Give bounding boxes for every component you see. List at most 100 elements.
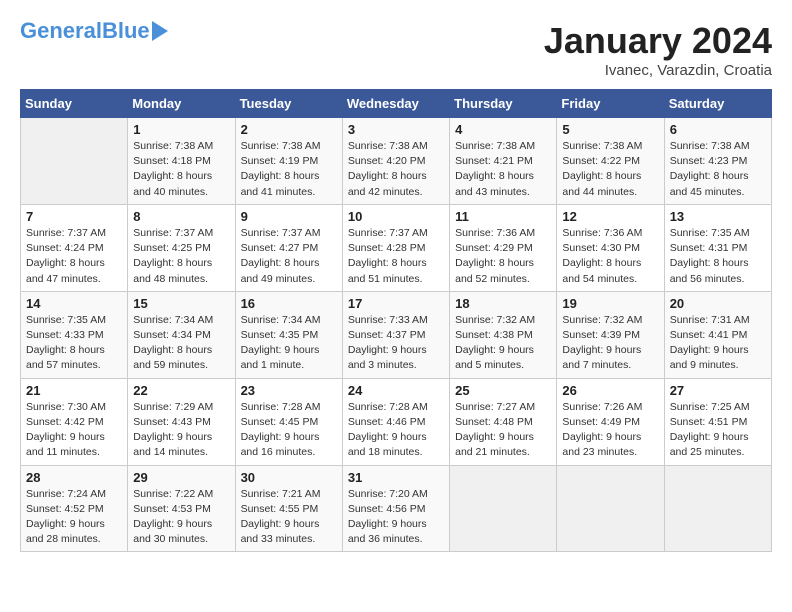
week-row-3: 14 Sunrise: 7:35 AM Sunset: 4:33 PM Dayli…: [21, 291, 772, 378]
week-row-2: 7 Sunrise: 7:37 AM Sunset: 4:24 PM Daylig…: [21, 204, 772, 291]
day-info: Sunrise: 7:35 AM Sunset: 4:33 PM Dayligh…: [26, 313, 122, 374]
calendar-cell: 9 Sunrise: 7:37 AM Sunset: 4:27 PM Daylig…: [235, 204, 342, 291]
day-number: 24: [348, 383, 444, 398]
weekday-sunday: Sunday: [21, 90, 128, 118]
day-number: 31: [348, 470, 444, 485]
calendar-cell: 13 Sunrise: 7:35 AM Sunset: 4:31 PM Dayli…: [664, 204, 771, 291]
calendar-cell: 4Sunrise: 7:38 AM Sunset: 4:21 PM Daylig…: [450, 118, 557, 205]
calendar-cell: [21, 118, 128, 205]
logo-blue: Blue: [102, 18, 150, 43]
day-info: Sunrise: 7:32 AM Sunset: 4:38 PM Dayligh…: [455, 313, 551, 374]
day-number: 18: [455, 296, 551, 311]
day-info: Sunrise: 7:24 AM Sunset: 4:52 PM Dayligh…: [26, 487, 122, 548]
day-info: Sunrise: 7:22 AM Sunset: 4:53 PM Dayligh…: [133, 487, 229, 548]
day-info: Sunrise: 7:32 AM Sunset: 4:39 PM Dayligh…: [562, 313, 658, 374]
day-info: Sunrise: 7:37 AM Sunset: 4:24 PM Dayligh…: [26, 226, 122, 287]
calendar-cell: 12 Sunrise: 7:36 AM Sunset: 4:30 PM Dayli…: [557, 204, 664, 291]
day-number: 30: [241, 470, 337, 485]
day-number: 12: [562, 209, 658, 224]
calendar-body: 1 Sunrise: 7:38 AM Sunset: 4:18 PM Daylig…: [21, 118, 772, 552]
day-number: 28: [26, 470, 122, 485]
day-info: Sunrise: 7:33 AM Sunset: 4:37 PM Dayligh…: [348, 313, 444, 374]
day-info: Sunrise: 7:36 AM Sunset: 4:29 PM Dayligh…: [455, 226, 551, 287]
day-info: Sunrise: 7:38 AM Sunset: 4:18 PM Dayligh…: [133, 139, 229, 200]
calendar-cell: 26Sunrise: 7:26 AM Sunset: 4:49 PM Dayli…: [557, 378, 664, 465]
day-number: 27: [670, 383, 766, 398]
day-info: Sunrise: 7:37 AM Sunset: 4:25 PM Dayligh…: [133, 226, 229, 287]
day-number: 10: [348, 209, 444, 224]
day-info: Sunrise: 7:21 AM Sunset: 4:55 PM Dayligh…: [241, 487, 337, 548]
calendar-table: SundayMondayTuesdayWednesdayThursdayFrid…: [20, 89, 772, 552]
calendar-cell: [664, 465, 771, 552]
calendar-cell: 21 Sunrise: 7:30 AM Sunset: 4:42 PM Dayli…: [21, 378, 128, 465]
day-number: 16: [241, 296, 337, 311]
weekday-row: SundayMondayTuesdayWednesdayThursdayFrid…: [21, 90, 772, 118]
week-row-4: 21 Sunrise: 7:30 AM Sunset: 4:42 PM Dayli…: [21, 378, 772, 465]
day-number: 7: [26, 209, 122, 224]
day-number: 14: [26, 296, 122, 311]
weekday-saturday: Saturday: [664, 90, 771, 118]
day-number: 21: [26, 383, 122, 398]
calendar-cell: 17Sunrise: 7:33 AM Sunset: 4:37 PM Dayli…: [342, 291, 449, 378]
calendar-cell: 27Sunrise: 7:25 AM Sunset: 4:51 PM Dayli…: [664, 378, 771, 465]
day-info: Sunrise: 7:38 AM Sunset: 4:23 PM Dayligh…: [670, 139, 766, 200]
day-info: Sunrise: 7:34 AM Sunset: 4:35 PM Dayligh…: [241, 313, 337, 374]
day-number: 20: [670, 296, 766, 311]
day-info: Sunrise: 7:35 AM Sunset: 4:31 PM Dayligh…: [670, 226, 766, 287]
logo-text: GeneralBlue: [20, 20, 150, 42]
logo-general: General: [20, 18, 102, 43]
weekday-friday: Friday: [557, 90, 664, 118]
weekday-thursday: Thursday: [450, 90, 557, 118]
calendar-header: SundayMondayTuesdayWednesdayThursdayFrid…: [21, 90, 772, 118]
day-info: Sunrise: 7:38 AM Sunset: 4:21 PM Dayligh…: [455, 139, 551, 200]
day-number: 6: [670, 122, 766, 137]
header: GeneralBlue January 2024 Ivanec, Varazdi…: [20, 20, 772, 79]
day-info: Sunrise: 7:20 AM Sunset: 4:56 PM Dayligh…: [348, 487, 444, 548]
day-number: 23: [241, 383, 337, 398]
calendar-cell: 11 Sunrise: 7:36 AM Sunset: 4:29 PM Dayli…: [450, 204, 557, 291]
day-number: 9: [241, 209, 337, 224]
calendar-cell: 6 Sunrise: 7:38 AM Sunset: 4:23 PM Daylig…: [664, 118, 771, 205]
title-area: January 2024 Ivanec, Varazdin, Croatia: [544, 20, 772, 79]
day-number: 2: [241, 122, 337, 137]
day-info: Sunrise: 7:37 AM Sunset: 4:28 PM Dayligh…: [348, 226, 444, 287]
calendar-cell: 2 Sunrise: 7:38 AM Sunset: 4:19 PM Daylig…: [235, 118, 342, 205]
weekday-tuesday: Tuesday: [235, 90, 342, 118]
day-number: 3: [348, 122, 444, 137]
month-title: January 2024: [544, 20, 772, 62]
weekday-wednesday: Wednesday: [342, 90, 449, 118]
calendar-cell: 7 Sunrise: 7:37 AM Sunset: 4:24 PM Daylig…: [21, 204, 128, 291]
calendar-cell: 14 Sunrise: 7:35 AM Sunset: 4:33 PM Dayli…: [21, 291, 128, 378]
day-info: Sunrise: 7:30 AM Sunset: 4:42 PM Dayligh…: [26, 400, 122, 461]
calendar-cell: 28 Sunrise: 7:24 AM Sunset: 4:52 PM Dayli…: [21, 465, 128, 552]
calendar-cell: 19 Sunrise: 7:32 AM Sunset: 4:39 PM Dayli…: [557, 291, 664, 378]
day-number: 11: [455, 209, 551, 224]
day-info: Sunrise: 7:29 AM Sunset: 4:43 PM Dayligh…: [133, 400, 229, 461]
calendar-cell: [557, 465, 664, 552]
calendar-cell: 29Sunrise: 7:22 AM Sunset: 4:53 PM Dayli…: [128, 465, 235, 552]
calendar-cell: 5Sunrise: 7:38 AM Sunset: 4:22 PM Daylig…: [557, 118, 664, 205]
day-number: 26: [562, 383, 658, 398]
day-number: 19: [562, 296, 658, 311]
day-number: 22: [133, 383, 229, 398]
calendar-cell: 23Sunrise: 7:28 AM Sunset: 4:45 PM Dayli…: [235, 378, 342, 465]
day-info: Sunrise: 7:28 AM Sunset: 4:46 PM Dayligh…: [348, 400, 444, 461]
day-info: Sunrise: 7:36 AM Sunset: 4:30 PM Dayligh…: [562, 226, 658, 287]
day-number: 15: [133, 296, 229, 311]
day-info: Sunrise: 7:37 AM Sunset: 4:27 PM Dayligh…: [241, 226, 337, 287]
calendar-cell: 1 Sunrise: 7:38 AM Sunset: 4:18 PM Daylig…: [128, 118, 235, 205]
calendar-cell: 3Sunrise: 7:38 AM Sunset: 4:20 PM Daylig…: [342, 118, 449, 205]
logo: GeneralBlue: [20, 20, 168, 42]
day-number: 5: [562, 122, 658, 137]
day-number: 1: [133, 122, 229, 137]
day-number: 25: [455, 383, 551, 398]
day-info: Sunrise: 7:38 AM Sunset: 4:19 PM Dayligh…: [241, 139, 337, 200]
calendar-cell: 24 Sunrise: 7:28 AM Sunset: 4:46 PM Dayli…: [342, 378, 449, 465]
day-number: 13: [670, 209, 766, 224]
weekday-monday: Monday: [128, 90, 235, 118]
calendar-cell: 8Sunrise: 7:37 AM Sunset: 4:25 PM Daylig…: [128, 204, 235, 291]
calendar-cell: 10 Sunrise: 7:37 AM Sunset: 4:28 PM Dayli…: [342, 204, 449, 291]
location-title: Ivanec, Varazdin, Croatia: [544, 62, 772, 79]
week-row-1: 1 Sunrise: 7:38 AM Sunset: 4:18 PM Daylig…: [21, 118, 772, 205]
day-info: Sunrise: 7:34 AM Sunset: 4:34 PM Dayligh…: [133, 313, 229, 374]
